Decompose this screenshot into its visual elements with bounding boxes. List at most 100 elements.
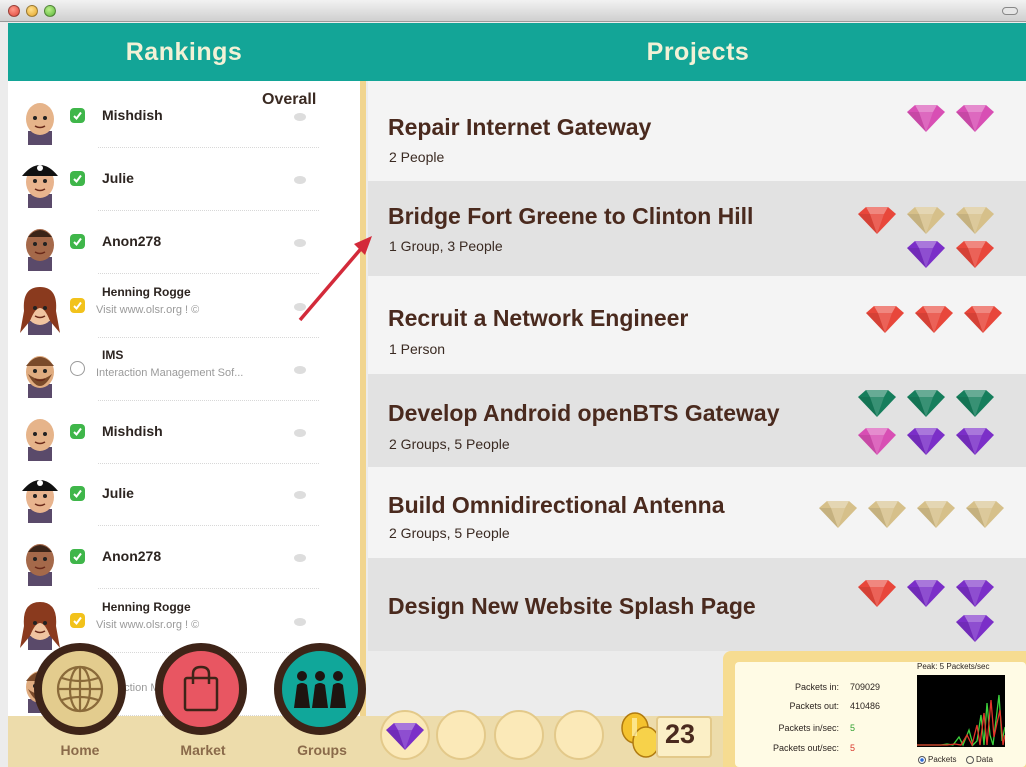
- online-status-icon: [70, 108, 85, 123]
- groups-button[interactable]: [274, 643, 366, 735]
- player-name: Julie: [102, 170, 134, 186]
- project-card[interactable]: Design New Website Splash Page: [368, 558, 1026, 651]
- purple-gem-icon: [384, 721, 426, 755]
- toolbar-toggle-button[interactable]: [1002, 7, 1018, 15]
- tan-gem-icon: [915, 499, 957, 529]
- red-gem-icon: [954, 239, 996, 269]
- project-card[interactable]: Build Omnidirectional Antenna 2 Groups, 5…: [368, 467, 1026, 558]
- pink-gem-icon: [905, 103, 947, 133]
- home-label: Home: [60, 742, 100, 758]
- chat-bubble-icon[interactable]: [294, 618, 306, 626]
- avatar: [16, 469, 64, 523]
- inventory-slot[interactable]: [436, 710, 486, 760]
- pink-gem-icon: [856, 426, 898, 456]
- ranking-row[interactable]: IMS Interaction Management Sof...: [8, 338, 363, 401]
- coin-count: 23: [665, 719, 696, 749]
- ranking-row[interactable]: Julie: [8, 463, 363, 526]
- ranking-row[interactable]: Anon278: [8, 526, 363, 589]
- ranking-row[interactable]: Henning Rogge Visit www.olsr.org ! ©: [8, 275, 363, 338]
- rankings-title: Rankings: [125, 38, 243, 66]
- chat-bubble-icon[interactable]: [294, 303, 306, 311]
- purple-gem-icon: [954, 613, 996, 643]
- home-button[interactable]: [34, 643, 126, 735]
- online-status-icon: [70, 171, 85, 186]
- project-title: Build Omnidirectional Antenna: [388, 492, 725, 518]
- row-divider: [98, 273, 319, 274]
- avatar: [16, 344, 64, 398]
- market-button[interactable]: [155, 643, 247, 735]
- minimize-window-button[interactable]: [26, 5, 38, 17]
- away-status-icon: [70, 613, 85, 628]
- packets-radio-label: Packets: [928, 755, 957, 764]
- green-gem-icon: [856, 388, 898, 418]
- data-radio-label: Data: [976, 755, 993, 764]
- header-bar: Rankings Projects: [8, 23, 1026, 81]
- ranking-row[interactable]: Mishdish: [8, 401, 363, 464]
- chat-bubble-icon[interactable]: [294, 429, 306, 437]
- avatar: [16, 154, 64, 208]
- project-card[interactable]: Bridge Fort Greene to Clinton Hill 1 Grou…: [368, 181, 1026, 276]
- peak-rate-label: Peak: 5 Packets/sec: [917, 662, 990, 671]
- chat-bubble-icon[interactable]: [294, 239, 306, 247]
- project-card[interactable]: Recruit a Network Engineer 1 Person: [368, 276, 1026, 374]
- close-window-button[interactable]: [8, 5, 20, 17]
- tan-gem-icon: [866, 499, 908, 529]
- project-members: 2 Groups, 5 People: [389, 436, 510, 452]
- chat-bubble-icon[interactable]: [294, 366, 306, 374]
- shopping-bag-icon: [183, 665, 219, 712]
- project-card[interactable]: Repair Internet Gateway 2 People: [368, 81, 1026, 181]
- chat-bubble-icon[interactable]: [294, 113, 306, 121]
- inventory-slot[interactable]: [380, 710, 430, 760]
- player-status-message: Visit www.olsr.org ! ©: [96, 619, 200, 631]
- ranking-row[interactable]: Julie: [8, 148, 363, 211]
- projects-list: Repair Internet Gateway 2 People Bridge Fo…: [368, 81, 1026, 651]
- player-name: Anon278: [102, 548, 162, 564]
- chat-bubble-icon[interactable]: [294, 176, 306, 184]
- purple-gem-icon: [905, 239, 947, 269]
- chat-bubble-icon[interactable]: [294, 554, 306, 562]
- projects-title: Projects: [646, 38, 750, 66]
- rankings-panel[interactable]: Overall Mishdish Julie Anon278 Henning Rogg…: [8, 81, 363, 716]
- project-title: Design New Website Splash Page: [388, 593, 756, 619]
- packet-rate-graph: [917, 675, 1005, 747]
- online-status-icon: [70, 486, 85, 501]
- project-title: Repair Internet Gateway: [388, 114, 652, 140]
- player-name: Mishdish: [102, 423, 163, 439]
- avatar: [16, 91, 64, 145]
- packets-out-label: Packets out:: [789, 701, 839, 711]
- away-status-icon: [70, 298, 85, 313]
- player-name: Julie: [102, 485, 134, 501]
- project-title: Develop Android openBTS Gateway: [388, 400, 780, 426]
- inventory-slot[interactable]: [554, 710, 604, 760]
- green-gem-icon: [954, 388, 996, 418]
- avatar: [16, 596, 64, 650]
- online-status-icon: [70, 549, 85, 564]
- packets-in-value: 709029: [850, 682, 881, 692]
- chat-bubble-icon[interactable]: [294, 491, 306, 499]
- pink-gem-icon: [954, 103, 996, 133]
- player-status-message: Interaction Management Sof...: [96, 367, 244, 379]
- project-title: Bridge Fort Greene to Clinton Hill: [388, 203, 754, 229]
- red-gem-icon: [962, 304, 1004, 334]
- online-status-icon: [70, 424, 85, 439]
- panel-divider: [360, 81, 366, 721]
- packets-out-sec-label: Packets out/sec:: [772, 743, 839, 753]
- data-radio[interactable]: Data: [966, 755, 993, 764]
- purple-gem-icon: [954, 578, 996, 608]
- avatar: [16, 407, 64, 461]
- avatar: [16, 532, 64, 586]
- zoom-window-button[interactable]: [44, 5, 56, 17]
- player-name: IMS: [102, 348, 124, 362]
- avatar: [16, 281, 64, 335]
- people-group-icon: [294, 671, 346, 708]
- player-name: Henning Rogge: [102, 600, 191, 614]
- player-name: Anon278: [102, 233, 162, 249]
- red-gem-icon: [864, 304, 906, 334]
- online-status-icon: [70, 234, 85, 249]
- ranking-row[interactable]: Anon278: [8, 211, 363, 274]
- green-gem-icon: [905, 388, 947, 418]
- packets-radio[interactable]: Packets: [918, 755, 956, 764]
- ranking-row[interactable]: Mishdish: [8, 85, 363, 148]
- inventory-slot[interactable]: [494, 710, 544, 760]
- project-card[interactable]: Develop Android openBTS Gateway 2 Groups,…: [368, 374, 1026, 467]
